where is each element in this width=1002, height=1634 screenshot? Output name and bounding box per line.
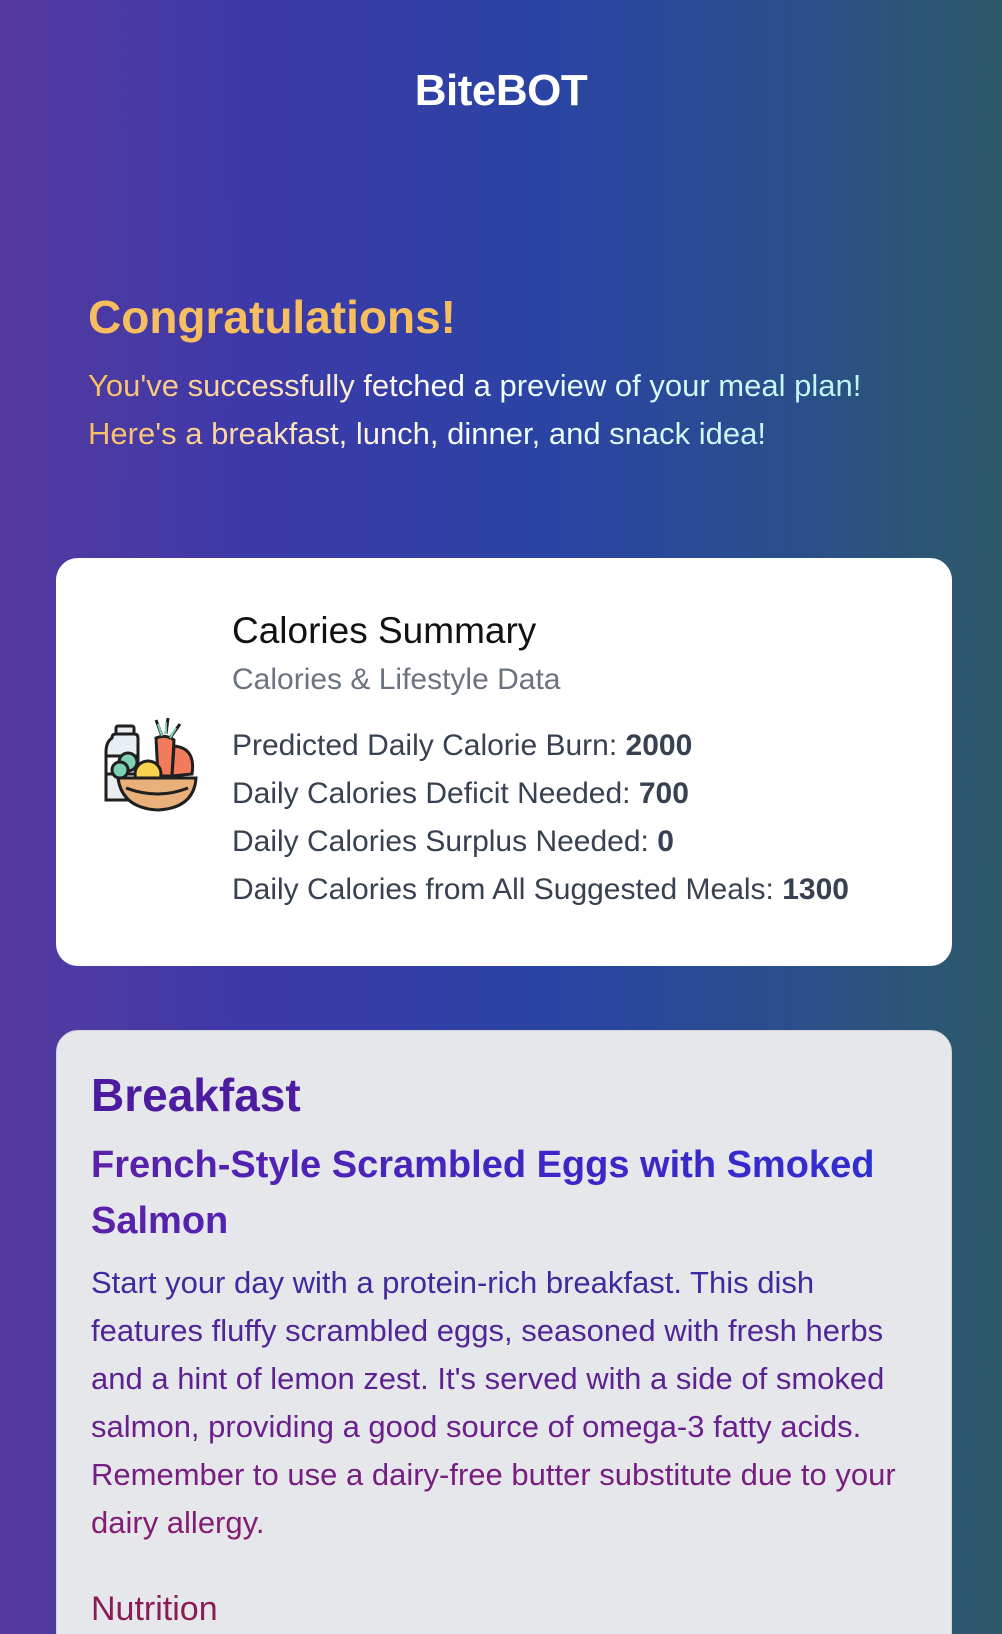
stat-value: 700 [638, 777, 689, 810]
calories-summary-card: Calories Summary Calories & Lifestyle Da… [56, 558, 952, 966]
stat-value: 1300 [782, 873, 849, 906]
stat-label: Daily Calories Surplus Needed: [232, 825, 649, 858]
stat-surplus-needed: Daily Calories Surplus Needed: 0 [232, 818, 922, 866]
app-brand-title: BiteBOT [414, 66, 588, 115]
calories-summary-body: Calories Summary Calories & Lifestyle Da… [232, 608, 922, 914]
food-basket-icon [100, 712, 210, 822]
stat-predicted-burn: Predicted Daily Calorie Burn: 2000 [232, 722, 922, 770]
calories-summary-subtitle: Calories & Lifestyle Data [232, 663, 561, 696]
stat-deficit-needed: Daily Calories Deficit Needed: 700 [232, 770, 922, 818]
meal-description: Start your day with a protein-rich break… [91, 1259, 911, 1547]
hero-section: Congratulations! You've successfully fet… [88, 290, 958, 458]
stat-label: Daily Calories from All Suggested Meals: [232, 873, 774, 906]
meal-card-content: Breakfast French-Style Scrambled Eggs wi… [91, 1067, 911, 1631]
stat-label: Daily Calories Deficit Needed: [232, 777, 631, 810]
hero-message: You've successfully fetched a preview of… [88, 362, 958, 458]
stat-value: 0 [657, 825, 674, 858]
stat-label: Predicted Daily Calorie Burn: [232, 729, 618, 762]
congratulations-heading: Congratulations! [88, 291, 456, 343]
meal-name: French-Style Scrambled Eggs with Smoked … [91, 1137, 911, 1249]
stat-meals-calories: Daily Calories from All Suggested Meals:… [232, 866, 922, 914]
calorie-stats-list: Predicted Daily Calorie Burn: 2000 Daily… [232, 722, 922, 914]
calories-summary-title: Calories Summary [232, 610, 537, 651]
meal-type-heading: Breakfast [91, 1069, 301, 1121]
nutrition-heading: Nutrition [91, 1590, 218, 1628]
breakfast-card: Breakfast French-Style Scrambled Eggs wi… [56, 1030, 952, 1634]
stat-value: 2000 [625, 729, 693, 762]
